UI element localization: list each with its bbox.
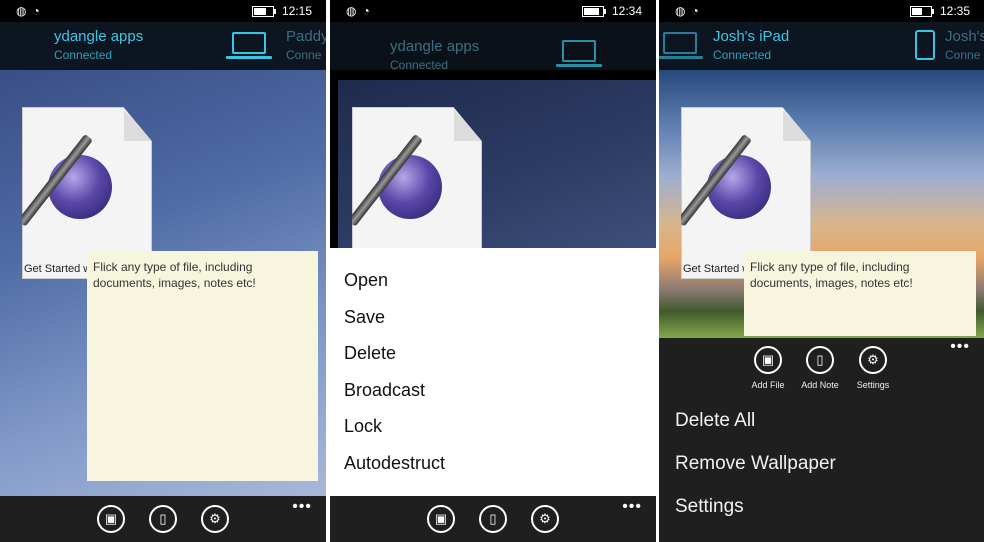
- device-name[interactable]: ydangle apps: [390, 38, 479, 55]
- phone-screen-2: ◍ ◔ 12:34 ydangle apps Connected Open Sa…: [330, 0, 656, 542]
- settings-button[interactable]: ⚙: [201, 505, 229, 533]
- menu-item-autodestruct[interactable]: Autodestruct: [344, 453, 445, 474]
- file-label: Get Started w: [683, 263, 751, 275]
- battery-icon: [581, 5, 606, 17]
- add-file-button[interactable]: ▣: [427, 505, 455, 533]
- signal-icon: ◍: [675, 4, 686, 18]
- device-name[interactable]: Josh's iPad: [713, 28, 789, 45]
- note-text: Flick any type of file, including docume…: [93, 260, 256, 290]
- add-file-icon: ▣: [434, 511, 448, 526]
- add-note-icon: ▯: [816, 352, 824, 367]
- device-name[interactable]: Paddy: [286, 28, 326, 45]
- inkwell-icon: [48, 155, 112, 219]
- more-ellipsis-button[interactable]: •••: [622, 498, 642, 516]
- device-status: Connected: [54, 48, 113, 62]
- add-file-button[interactable]: ▣: [754, 346, 782, 374]
- sticky-note[interactable]: Flick any type of file, including docume…: [87, 251, 318, 481]
- device-status: Conne: [945, 48, 981, 62]
- phone-screen-1: ◍ ◔ 12:15 ydangle apps Connected Paddy C…: [0, 0, 326, 542]
- menu-item-delete[interactable]: Delete: [344, 343, 396, 364]
- menu-item-broadcast[interactable]: Broadcast: [344, 380, 425, 401]
- tablet-icon[interactable]: [915, 30, 935, 60]
- menu-item-save[interactable]: Save: [344, 307, 385, 328]
- add-note-icon: ▯: [489, 511, 497, 526]
- inkwell-icon: [378, 155, 442, 219]
- wifi-icon: ◔: [691, 4, 699, 18]
- more-ellipsis-button[interactable]: •••: [292, 498, 312, 516]
- device-name[interactable]: ydangle apps: [54, 28, 143, 45]
- context-menu: Open Save Delete Broadcast Lock Autodest…: [330, 248, 656, 496]
- device-name[interactable]: Josh's: [945, 28, 984, 45]
- settings-icon: ⚙: [209, 511, 221, 526]
- expanded-app-bar: ••• ▣ Add File ▯ Add Note ⚙ Settings Del…: [659, 338, 984, 542]
- battery-icon: [251, 5, 276, 17]
- add-file-icon: ▣: [761, 352, 775, 367]
- settings-button[interactable]: ⚙: [531, 505, 559, 533]
- device-status: Conne: [286, 48, 322, 62]
- device-bar[interactable]: ydangle apps Connected: [330, 22, 656, 72]
- sticky-note[interactable]: Flick any type of file, including docume…: [744, 251, 976, 336]
- menu-item-settings[interactable]: Settings: [675, 496, 744, 518]
- add-note-button[interactable]: ▯: [479, 505, 507, 533]
- menu-item-delete-all[interactable]: Delete All: [675, 410, 755, 432]
- add-note-button[interactable]: ▯: [806, 346, 834, 374]
- add-note-button[interactable]: ▯: [149, 505, 177, 533]
- device-status: Connected: [390, 58, 449, 72]
- settings-icon: ⚙: [539, 511, 551, 526]
- wifi-icon: ◔: [32, 4, 40, 18]
- wifi-icon: ◔: [362, 4, 370, 18]
- status-bar: ◍ ◔ 12:35: [659, 0, 984, 22]
- signal-icon: ◍: [16, 4, 27, 18]
- settings-icon: ⚙: [867, 352, 879, 367]
- settings-button[interactable]: ⚙: [859, 346, 887, 374]
- status-bar: ◍ ◔ 12:34: [330, 0, 656, 22]
- status-time: 12:15: [281, 4, 312, 18]
- add-file-label: Add File: [751, 380, 785, 390]
- status-bar: ◍ ◔ 12:15: [0, 0, 326, 22]
- menu-item-remove-wallpaper[interactable]: Remove Wallpaper: [675, 453, 836, 475]
- signal-icon: ◍: [346, 4, 357, 18]
- settings-label: Settings: [856, 380, 890, 390]
- phone-screen-3: ◍ ◔ 12:35 Josh's iPad Connected Josh's C…: [659, 0, 984, 542]
- note-text: Flick any type of file, including docume…: [750, 260, 913, 290]
- battery-icon: [909, 5, 934, 17]
- device-bar[interactable]: ydangle apps Connected Paddy Conne: [0, 22, 326, 70]
- add-file-icon: ▣: [104, 511, 118, 526]
- status-time: 12:34: [611, 4, 642, 18]
- app-bar: ▣ ▯ ⚙ •••: [330, 496, 656, 542]
- laptop-icon[interactable]: [556, 40, 602, 67]
- add-file-button[interactable]: ▣: [97, 505, 125, 533]
- add-note-label: Add Note: [801, 380, 839, 390]
- app-bar: ▣ ▯ ⚙ •••: [0, 496, 326, 542]
- file-label: Get Started w: [24, 263, 92, 275]
- menu-item-lock[interactable]: Lock: [344, 416, 382, 437]
- more-ellipsis-button[interactable]: •••: [950, 338, 970, 356]
- menu-item-open[interactable]: Open: [344, 270, 388, 291]
- laptop-icon[interactable]: [226, 32, 272, 59]
- add-note-icon: ▯: [159, 511, 167, 526]
- device-bar[interactable]: Josh's iPad Connected Josh's Conne: [659, 22, 984, 70]
- device-status: Connected: [713, 48, 772, 62]
- inkwell-icon: [707, 155, 771, 219]
- status-time: 12:35: [939, 4, 970, 18]
- laptop-icon[interactable]: [659, 32, 703, 59]
